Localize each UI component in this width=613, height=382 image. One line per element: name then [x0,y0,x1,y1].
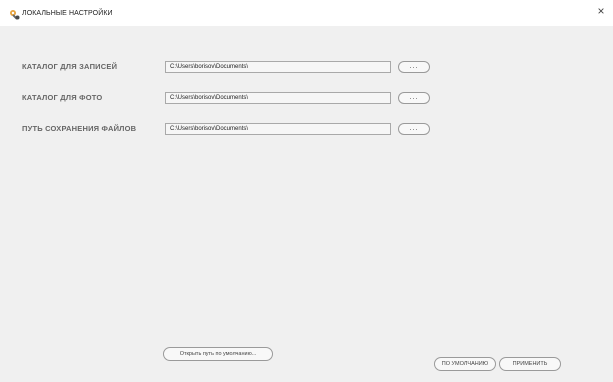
file-save-path-field[interactable]: C:\Users\borisov\Documents\ [165,123,391,135]
open-default-path-button[interactable]: Открыть путь по умолчанию... [163,347,273,361]
close-button[interactable]: × [594,4,608,18]
close-icon: × [597,4,605,18]
settings-panel: КАТАЛОГ ДЛЯ ЗАПИСЕЙ C:\Users\borisov\Doc… [0,26,613,382]
defaults-button[interactable]: ПО УМОЛЧАНИЮ [434,357,496,371]
records-folder-label: КАТАЛОГ ДЛЯ ЗАПИСЕЙ [22,62,118,71]
records-folder-path-field[interactable]: C:\Users\borisov\Documents\ [165,61,391,73]
file-save-path-browse-button[interactable]: ... [398,123,430,135]
window-title: ЛОКАЛЬНЫЕ НАСТРОЙКИ [22,10,113,17]
photo-folder-path-field[interactable]: C:\Users\borisov\Documents\ [165,92,391,104]
file-save-path-label: ПУТЬ СОХРАНЕНИЯ ФАЙЛОВ [22,124,137,133]
apply-button[interactable]: ПРИМЕНИТЬ [499,357,561,371]
photo-folder-label: КАТАЛОГ ДЛЯ ФОТО [22,93,103,102]
records-folder-browse-button[interactable]: ... [398,61,430,73]
settings-wrench-icon [9,8,21,20]
photo-folder-browse-button[interactable]: ... [398,92,430,104]
title-bar: ЛОКАЛЬНЫЕ НАСТРОЙКИ × [0,0,613,26]
